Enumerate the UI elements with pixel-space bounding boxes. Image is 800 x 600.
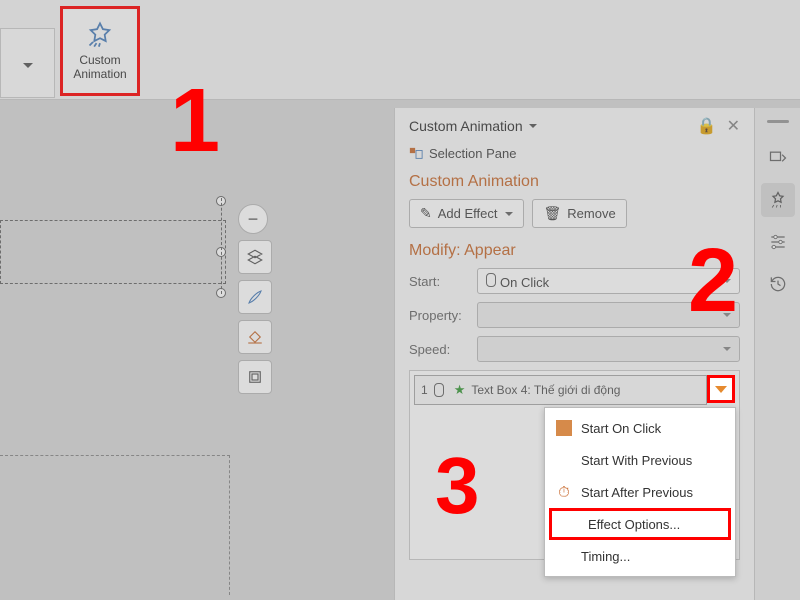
brush-icon[interactable] <box>238 280 272 314</box>
item-order: 1 <box>421 383 428 397</box>
drag-handle-icon[interactable] <box>767 120 789 123</box>
star-wand-icon <box>86 21 114 49</box>
menu-label: Start On Click <box>581 421 661 436</box>
selected-textbox[interactable] <box>0 220 226 284</box>
start-label: Start: <box>409 274 467 289</box>
chevron-down-icon <box>723 347 731 351</box>
remove-label: Remove <box>567 206 615 221</box>
clock-icon: ⏱ <box>555 484 573 501</box>
layers-icon[interactable] <box>238 240 272 274</box>
item-text: Text Box 4: Thế giới di động <box>471 383 620 397</box>
pane-title-text: Custom Animation <box>409 118 523 134</box>
menu-timing[interactable]: Timing... <box>545 540 735 572</box>
chevron-down-icon <box>529 124 537 128</box>
remove-button[interactable]: 🗑 Remove <box>532 199 626 228</box>
chevron-down-icon <box>505 212 513 216</box>
menu-label: Start With Previous <box>581 453 692 468</box>
animation-list: 1 ★ Text Box 4: Thế giới di động Start O… <box>409 370 740 560</box>
history-icon[interactable] <box>761 267 795 301</box>
menu-label: Start After Previous <box>581 485 693 500</box>
chevron-down-icon <box>723 279 731 283</box>
mouse-icon <box>556 420 572 436</box>
add-effect-button[interactable]: ✎ Add Effect <box>409 199 524 228</box>
placeholder-area <box>0 455 230 595</box>
right-rail <box>754 108 800 600</box>
floating-toolbar: − <box>238 204 272 394</box>
menu-label: Timing... <box>581 549 630 564</box>
lock-icon[interactable]: 🔒 <box>697 116 717 136</box>
animation-list-item[interactable]: 1 ★ Text Box 4: Thế giới di động <box>414 375 707 405</box>
context-menu: Start On Click Start With Previous ⏱ Sta… <box>544 407 736 577</box>
star-icon: ★ <box>454 382 466 398</box>
chevron-down-icon <box>715 386 727 393</box>
crop-icon[interactable] <box>238 360 272 394</box>
trash-icon: 🗑 <box>543 205 561 222</box>
custom-animation-label-1: Custom <box>79 53 120 67</box>
selection-pane-link[interactable]: Selection Pane <box>409 146 740 161</box>
speed-select <box>477 336 740 362</box>
add-effect-label: Add Effect <box>438 206 498 221</box>
pane-title[interactable]: Custom Animation <box>409 118 537 134</box>
property-select <box>477 302 740 328</box>
slide-transition-icon[interactable] <box>761 141 795 175</box>
menu-effect-options[interactable]: Effect Options... <box>549 508 731 540</box>
collapse-icon[interactable]: − <box>238 204 268 234</box>
mouse-icon <box>434 383 444 397</box>
custom-animation-button[interactable]: Custom Animation <box>60 6 140 96</box>
selection-pane-icon <box>409 147 423 161</box>
section-title: Custom Animation <box>409 173 740 191</box>
bucket-icon[interactable] <box>238 320 272 354</box>
menu-start-with-previous[interactable]: Start With Previous <box>545 444 735 476</box>
start-value: On Click <box>500 275 549 290</box>
menu-label: Effect Options... <box>588 517 680 532</box>
animation-star-icon[interactable] <box>761 183 795 217</box>
modify-title: Modify: Appear <box>409 242 740 260</box>
selection-pane-label: Selection Pane <box>429 146 516 161</box>
pencil-icon: ✎ <box>420 205 432 222</box>
item-dropdown-button[interactable] <box>707 375 735 403</box>
menu-start-on-click[interactable]: Start On Click <box>545 412 735 444</box>
menu-start-after-previous[interactable]: ⏱ Start After Previous <box>545 476 735 508</box>
start-select[interactable]: On Click <box>477 268 740 294</box>
sliders-icon[interactable] <box>761 225 795 259</box>
slide-canvas: − <box>0 180 340 360</box>
custom-animation-label-2: Animation <box>73 67 126 81</box>
close-icon[interactable]: ✕ <box>727 116 740 136</box>
ribbon-prev-group[interactable] <box>0 28 55 98</box>
mouse-icon <box>486 273 496 287</box>
ribbon: Custom Animation <box>0 0 800 100</box>
chevron-down-icon <box>723 313 731 317</box>
custom-animation-pane: Custom Animation 🔒 ✕ Selection Pane Cust… <box>394 108 754 600</box>
guide-line <box>221 198 222 294</box>
property-label: Property: <box>409 308 467 323</box>
speed-label: Speed: <box>409 342 467 357</box>
